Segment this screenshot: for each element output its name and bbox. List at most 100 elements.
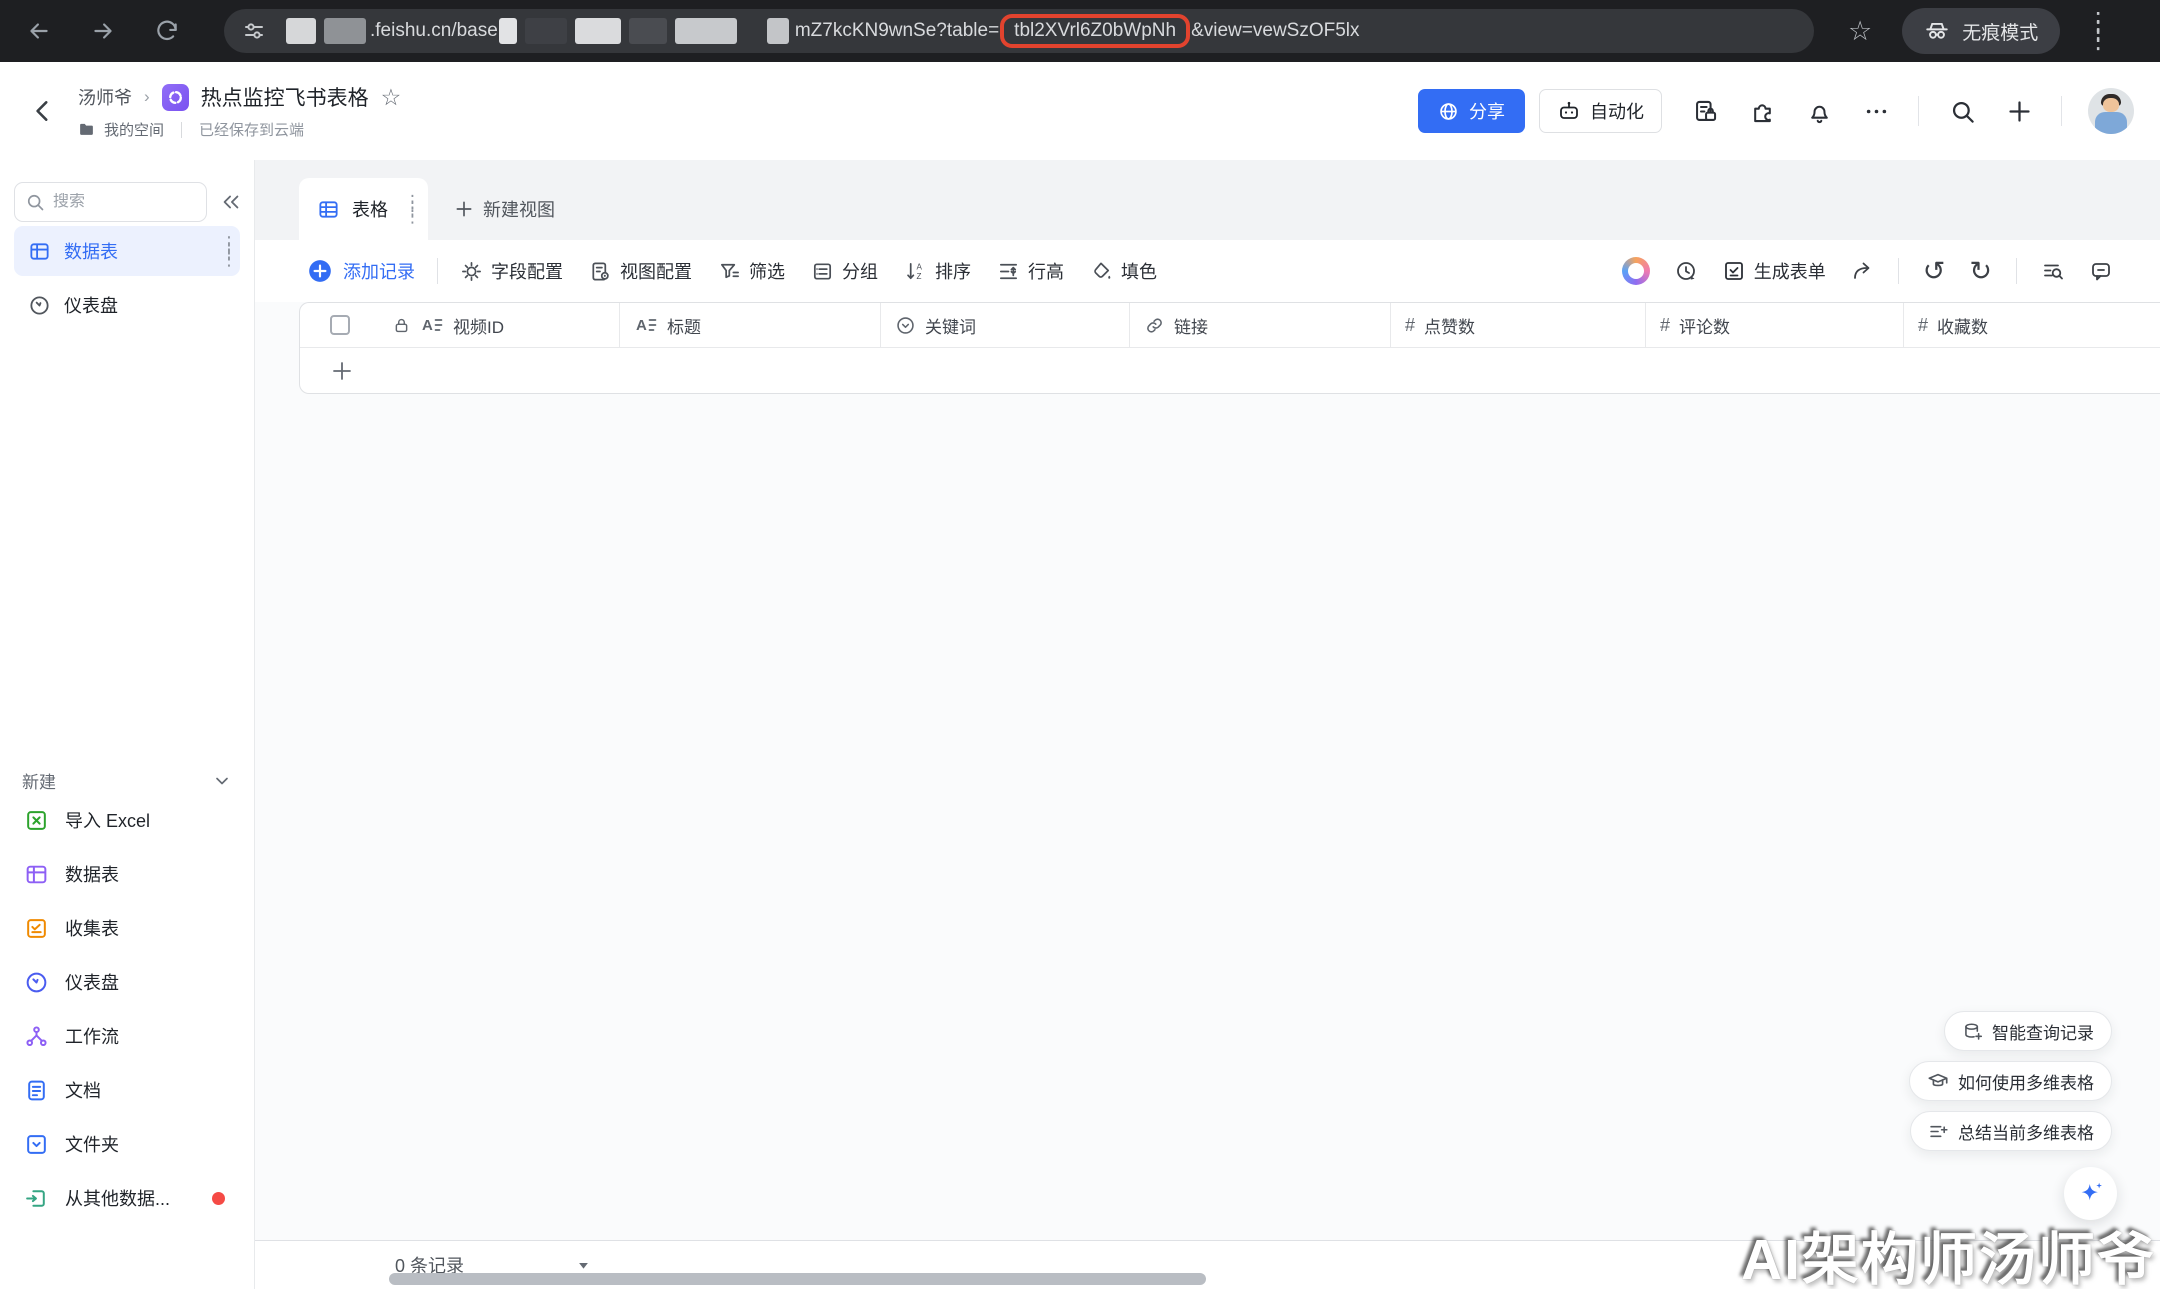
share-view-icon[interactable] <box>1850 259 1874 283</box>
redacted-block <box>629 18 667 44</box>
fill-color-icon <box>1090 260 1113 283</box>
group-button[interactable]: 分组 <box>811 258 878 284</box>
share-button[interactable]: 分享 <box>1418 89 1525 133</box>
bookmark-star-icon[interactable]: ☆ <box>1848 18 1872 45</box>
incognito-label: 无痕模式 <box>1962 18 2038 45</box>
sidebar-item-dashboard[interactable]: 仪表盘 <box>14 280 240 330</box>
sidebar-item-datatable[interactable]: 数据表 ⋮⋮⋮ <box>14 226 240 276</box>
address-bar[interactable]: .feishu.cn/base mZ7kcKN9wnSe?table= tbl2… <box>224 9 1814 53</box>
how-to-use-button[interactable]: 如何使用多维表格 <box>1909 1061 2112 1101</box>
fill-color-button[interactable]: 填色 <box>1090 258 1157 284</box>
favorite-star-icon[interactable]: ☆ <box>381 86 402 109</box>
form-check-icon <box>1722 259 1746 283</box>
folder-chevron-icon <box>24 1132 49 1157</box>
browser-menu-icon[interactable]: ⋮⋮⋮ <box>2086 17 2094 44</box>
item-menu-icon[interactable]: ⋮⋮⋮ <box>220 239 226 263</box>
new-item-folder[interactable]: 文件夹 <box>14 1117 240 1171</box>
avatar[interactable] <box>2088 88 2134 134</box>
summary-lines-icon <box>1928 1121 1949 1142</box>
collapse-sidebar-icon[interactable] <box>220 191 242 213</box>
add-record-button[interactable]: 添加记录 <box>307 258 415 284</box>
browser-forward-icon[interactable] <box>90 18 116 44</box>
sort-button[interactable]: AZ 排序 <box>904 258 971 284</box>
excel-icon <box>24 808 49 833</box>
redo-icon[interactable]: ↻ <box>1969 258 1992 285</box>
row-height-icon <box>997 260 1020 283</box>
redacted-block <box>575 18 621 44</box>
svg-text:A: A <box>422 317 433 334</box>
ai-sparkle-fab[interactable] <box>2064 1167 2117 1220</box>
url-path: mZ7kcKN9wnSe?table= <box>795 20 999 42</box>
base-app-icon <box>162 84 189 111</box>
permissions-icon[interactable] <box>1692 98 1719 125</box>
create-new-icon[interactable] <box>2006 98 2033 125</box>
column-header-link[interactable]: 链接 <box>1130 303 1391 347</box>
divider <box>2016 258 2017 284</box>
tab-menu-icon[interactable]: ⋮⋮⋮ <box>404 198 410 221</box>
filter-button[interactable]: 筛选 <box>718 258 785 284</box>
divider <box>181 122 182 138</box>
automation-button[interactable]: 自动化 <box>1539 89 1662 133</box>
new-item-import-excel[interactable]: 导入 Excel <box>14 793 240 847</box>
plugins-icon[interactable] <box>1749 98 1776 125</box>
new-item-form[interactable]: 收集表 <box>14 901 240 955</box>
document-icon <box>24 1078 49 1103</box>
history-icon[interactable] <box>1674 259 1698 283</box>
back-icon[interactable] <box>30 96 56 126</box>
column-header-title[interactable]: A 标题 <box>620 303 881 347</box>
grid-view-icon <box>317 198 340 221</box>
redacted-block <box>499 18 517 44</box>
single-select-icon <box>895 315 916 336</box>
add-row-button[interactable] <box>300 348 2160 393</box>
main-area: 表格 ⋮⋮⋮ 新建视图 添加记录 字段配置 <box>255 160 2160 1289</box>
table-header-row: A 视频ID A 标题 关键词 链接 <box>300 303 2160 348</box>
new-item-document[interactable]: 文档 <box>14 1063 240 1117</box>
summarize-table-button[interactable]: 总结当前多维表格 <box>1910 1111 2112 1151</box>
column-header-keyword[interactable]: 关键词 <box>881 303 1130 347</box>
new-view-button[interactable]: 新建视图 <box>428 178 581 240</box>
generate-form-button[interactable]: 生成表单 <box>1722 258 1826 284</box>
new-item-workflow[interactable]: 工作流 <box>14 1009 240 1063</box>
undo-icon[interactable]: ↺ <box>1923 258 1946 285</box>
space-name[interactable]: 我的空间 <box>104 119 164 140</box>
view-config-button[interactable]: 视图配置 <box>589 258 692 284</box>
svg-text:A: A <box>916 262 922 271</box>
column-header-likes[interactable]: # 点赞数 <box>1391 303 1646 347</box>
site-settings-icon[interactable] <box>242 19 266 43</box>
row-height-button[interactable]: 行高 <box>997 258 1064 284</box>
filter-funnel-icon <box>718 260 741 283</box>
new-section-header[interactable]: 新建 <box>14 768 240 793</box>
table-icon <box>24 862 49 887</box>
ai-assistant-icon[interactable] <box>1622 257 1650 285</box>
record-count-dropdown-icon[interactable] <box>576 1258 591 1273</box>
sidebar-search-box[interactable] <box>14 182 207 222</box>
column-header-comments[interactable]: # 评论数 <box>1646 303 1904 347</box>
new-item-dashboard[interactable]: 仪表盘 <box>14 955 240 1009</box>
sidebar-search-input[interactable] <box>53 193 153 211</box>
field-config-button[interactable]: 字段配置 <box>460 258 563 284</box>
tab-grid-view[interactable]: 表格 ⋮⋮⋮ <box>299 178 428 240</box>
browser-reload-icon[interactable] <box>154 18 180 44</box>
search-icon[interactable] <box>1949 98 1976 125</box>
breadcrumb-root[interactable]: 汤师爷 <box>78 84 132 110</box>
divider <box>437 258 438 284</box>
new-item-from-other-data[interactable]: 从其他数据... <box>14 1171 240 1225</box>
find-records-icon[interactable] <box>2041 259 2065 283</box>
number-field-icon: # <box>1405 315 1415 336</box>
new-item-datatable[interactable]: 数据表 <box>14 847 240 901</box>
header-actions: 分享 自动化 <box>1418 88 2134 134</box>
browser-back-icon[interactable] <box>26 18 52 44</box>
more-actions-icon[interactable] <box>1863 98 1890 125</box>
comments-icon[interactable] <box>2089 259 2113 283</box>
tab-label: 表格 <box>352 196 388 222</box>
horizontal-scrollbar[interactable] <box>389 1273 1206 1285</box>
smart-query-button[interactable]: 智能查询记录 <box>1944 1011 2112 1051</box>
table-card: A 视频ID A 标题 关键词 链接 <box>299 302 2160 394</box>
view-config-icon <box>589 260 612 283</box>
column-header-favorites[interactable]: # 收藏数 <box>1904 303 2160 347</box>
select-all-checkbox[interactable] <box>330 315 350 335</box>
url-view-param: &view=vewSzOF5lx <box>1191 20 1359 42</box>
globe-icon <box>1438 101 1459 122</box>
notifications-bell-icon[interactable] <box>1806 98 1833 125</box>
column-header-video-id[interactable]: A 视频ID <box>300 303 620 347</box>
